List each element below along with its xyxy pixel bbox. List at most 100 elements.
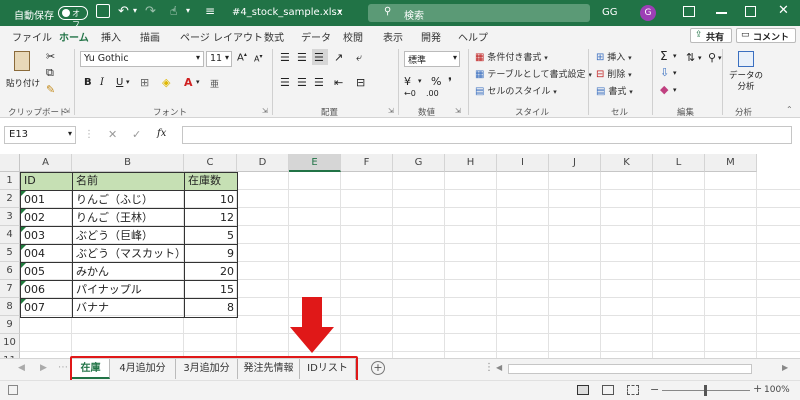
quick-access-dropdown-icon[interactable]: ▾ (186, 6, 190, 15)
merge-center-icon[interactable]: ⊟ (356, 76, 365, 89)
font-color-icon[interactable]: A (184, 76, 193, 89)
formula-input[interactable] (182, 126, 792, 144)
scroll-left-icon[interactable]: ◀ (18, 363, 25, 373)
file-name-dropdown-icon[interactable]: ▾ (338, 7, 342, 16)
tab-developer[interactable]: 開発 (421, 29, 441, 44)
error-indicator-icon[interactable] (21, 245, 26, 250)
autosum-icon[interactable]: Σ (660, 49, 668, 63)
underline-button[interactable]: U (116, 77, 123, 88)
chevron-down-icon[interactable]: ▾ (126, 78, 130, 86)
chevron-down-icon[interactable]: ▾ (418, 77, 422, 85)
cell-qty[interactable]: 5 (185, 227, 237, 244)
tab-formulas[interactable]: 数式 (264, 29, 284, 44)
cell-id[interactable]: 003 (21, 227, 72, 244)
cell-id[interactable]: 007 (21, 299, 72, 316)
horizontal-scrollbar[interactable] (508, 364, 752, 374)
row-header[interactable]: 1 (0, 172, 20, 190)
page-layout-view-icon[interactable] (602, 385, 614, 395)
increase-decimal-icon[interactable]: ←0 (404, 89, 416, 98)
row-header[interactable]: 6 (0, 262, 20, 280)
column-header[interactable]: C (184, 154, 237, 172)
copy-icon[interactable]: ⧉ (46, 66, 54, 80)
clear-icon[interactable]: ◆ (660, 83, 668, 96)
cell-qty[interactable]: 8 (185, 299, 237, 316)
italic-button[interactable]: I (100, 77, 104, 88)
avatar[interactable]: G (640, 5, 656, 21)
tab-data[interactable]: データ (301, 29, 331, 44)
sort-filter-icon[interactable]: ⇅ (686, 51, 695, 64)
ribbon-display-icon[interactable] (683, 6, 695, 17)
header-cell-id[interactable]: ID (21, 172, 72, 190)
comma-icon[interactable]: ❜ (448, 75, 452, 89)
cell-name[interactable]: ぶどう（巨峰） (73, 227, 184, 244)
name-box[interactable]: E13 ▾ (4, 126, 76, 144)
format-painter-icon[interactable]: ✎ (46, 83, 55, 96)
paste-button[interactable]: 貼り付け (6, 49, 42, 95)
undo-icon[interactable]: ↶ (118, 4, 129, 19)
spreadsheet-grid[interactable]: ABCDEFGHIJKLM 1234567891011 ID 名前 在庫数 00… (0, 154, 800, 358)
autosave-toggle[interactable]: オフ (58, 6, 88, 29)
touch-mode-icon[interactable]: ☝ (170, 4, 177, 18)
insert-function-icon[interactable]: fx (157, 128, 166, 139)
fill-icon[interactable]: ⇩ (660, 66, 669, 79)
undo-dropdown-icon[interactable]: ▾ (133, 6, 137, 15)
column-header[interactable]: J (549, 154, 601, 172)
close-icon[interactable]: ✕ (778, 3, 789, 18)
cell-id[interactable]: 002 (21, 209, 72, 226)
column-header[interactable]: I (497, 154, 549, 172)
add-sheet-icon[interactable]: + (371, 361, 385, 375)
confirm-icon[interactable]: ✓ (132, 128, 141, 141)
format-as-table-button[interactable]: ▦ テーブルとして書式設定 ▾ (475, 67, 592, 80)
chevron-down-icon[interactable]: ▾ (718, 54, 722, 62)
decrease-font-icon[interactable]: A▾ (254, 53, 263, 64)
bold-button[interactable]: B (84, 77, 92, 88)
cell-qty[interactable]: 12 (185, 209, 237, 226)
align-left-icon[interactable]: ☰ (280, 76, 290, 89)
cell-qty[interactable]: 20 (185, 263, 237, 280)
font-name-select[interactable]: Yu Gothic ▾ (80, 51, 204, 67)
row-header[interactable]: 2 (0, 190, 20, 208)
chevron-down-icon[interactable]: ▾ (673, 86, 677, 94)
column-header[interactable]: H (445, 154, 497, 172)
zoom-slider-thumb[interactable] (704, 385, 707, 396)
format-cells-button[interactable]: ▤ 書式 ▾ (596, 84, 633, 97)
insert-cells-button[interactable]: ⊞ 挿入 ▾ (596, 50, 632, 63)
delete-cells-button[interactable]: ⊟ 削除 ▾ (596, 67, 632, 80)
cell-qty[interactable]: 15 (185, 281, 237, 298)
minimize-icon[interactable] (716, 12, 727, 14)
row-header[interactable]: 9 (0, 316, 20, 334)
row-header[interactable]: 3 (0, 208, 20, 226)
chevron-down-icon[interactable]: ▾ (196, 78, 200, 86)
percent-icon[interactable]: % (431, 75, 441, 88)
cell-styles-button[interactable]: ▤ セルのスタイル ▾ (475, 84, 557, 97)
cell-name[interactable]: ぶどう（マスカット） (73, 245, 184, 262)
column-header[interactable]: K (601, 154, 653, 172)
number-launcher-icon[interactable]: ⇲ (455, 107, 461, 115)
align-center-icon[interactable]: ☰ (297, 76, 307, 89)
clipboard-launcher-icon[interactable]: ⇲ (64, 107, 70, 115)
tab-page-layout[interactable]: ページ レイアウト (180, 29, 263, 44)
cell-qty[interactable]: 10 (185, 191, 237, 208)
alignment-launcher-icon[interactable]: ⇲ (388, 107, 394, 115)
hscroll-left-icon[interactable]: ◀ (496, 363, 502, 372)
wrap-text-icon[interactable]: ⤶ (356, 51, 362, 65)
tab-help[interactable]: ヘルプ (458, 29, 488, 44)
column-header[interactable]: D (237, 154, 289, 172)
increase-font-icon[interactable]: A▴ (237, 51, 247, 63)
error-indicator-icon[interactable] (21, 299, 26, 304)
column-header[interactable]: B (72, 154, 184, 172)
column-header[interactable]: M (705, 154, 757, 172)
cell-id[interactable]: 001 (21, 191, 72, 208)
align-right-icon[interactable]: ☰ (314, 76, 324, 89)
tab-split-handle[interactable]: ⋮ (484, 362, 494, 373)
font-size-select[interactable]: 11 ▾ (206, 51, 232, 67)
border-icon[interactable]: ⊞ (140, 76, 149, 89)
error-indicator-icon[interactable] (21, 263, 26, 268)
more-sheets-icon[interactable]: ⋯ (58, 362, 68, 373)
decrease-decimal-icon[interactable]: .00 (426, 89, 439, 98)
align-bottom-icon[interactable]: ☰ (314, 51, 324, 64)
search-box[interactable]: ⚲ 検索 (368, 4, 590, 22)
chevron-down-icon[interactable]: ▾ (698, 54, 702, 62)
cancel-icon[interactable]: ✕ (108, 128, 117, 141)
page-break-view-icon[interactable] (627, 385, 639, 395)
